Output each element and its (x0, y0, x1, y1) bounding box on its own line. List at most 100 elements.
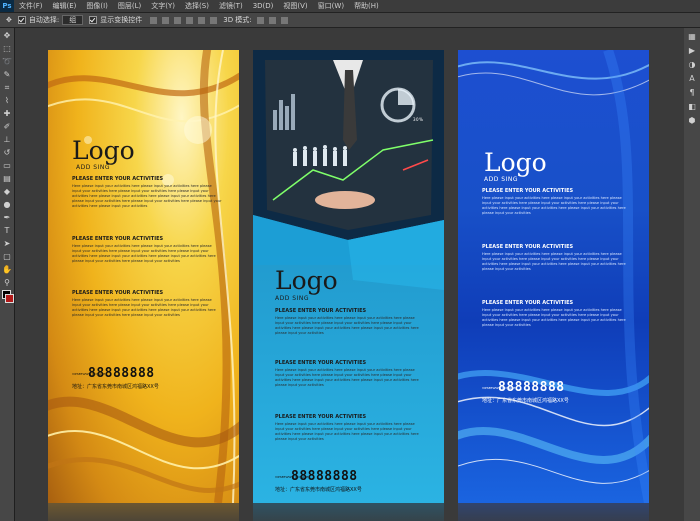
gold-wave-decoration (48, 50, 239, 503)
auto-select-dropdown[interactable]: 组 (62, 15, 84, 25)
menu-file[interactable]: 文件(F) (14, 1, 48, 11)
activity-section: PLEASE ENTER YOUR ACTIVITIES Here please… (482, 244, 632, 272)
banner-logo: Logo (484, 148, 547, 177)
align-left-icon[interactable] (186, 16, 194, 24)
zoom-icon[interactable]: ⚲ (2, 278, 12, 288)
banner-business-reflection (253, 503, 444, 521)
align-middle-icon[interactable] (162, 16, 170, 24)
history-panel-icon[interactable]: ▦ (687, 32, 697, 42)
history-brush-icon[interactable]: ↺ (2, 148, 12, 158)
activity-text: Here please input your activities here p… (482, 308, 626, 327)
type-icon[interactable]: T (2, 226, 12, 236)
marquee-icon[interactable]: ⬚ (2, 44, 12, 54)
activity-section: PLEASE ENTER YOUR ACTIVITIES Here please… (275, 414, 425, 442)
lasso-icon[interactable]: ➰ (2, 57, 12, 67)
move-icon[interactable]: ✥ (2, 31, 12, 41)
3d-panel-icon[interactable]: ⬢ (687, 116, 697, 126)
actions-panel-icon[interactable]: ▶ (687, 46, 697, 56)
quick-select-icon[interactable]: ✎ (2, 70, 12, 80)
activity-heading: PLEASE ENTER YOUR ACTIVITIES (72, 236, 164, 242)
menu-help[interactable]: 帮助(H) (349, 1, 384, 11)
3d-roll-icon[interactable] (268, 16, 276, 24)
activity-heading: PLEASE ENTER YOUR ACTIVITIES (275, 414, 367, 420)
auto-select-label: 自动选择: (28, 16, 60, 24)
eyedropper-icon[interactable]: ⌇ (2, 96, 12, 106)
hotline-number: 88888888 (498, 380, 565, 395)
activity-section: PLEASE ENTER YOUR ACTIVITIES Here please… (72, 176, 222, 209)
activity-heading: PLEASE ENTER YOUR ACTIVITIES (482, 300, 574, 306)
menu-select[interactable]: 选择(S) (180, 1, 214, 11)
activity-text: Here please input your activities here p… (482, 196, 626, 215)
activity-heading: PLEASE ENTER YOUR ACTIVITIES (482, 188, 574, 194)
align-top-icon[interactable] (150, 16, 158, 24)
auto-select-checkbox[interactable] (17, 16, 26, 24)
activity-section: PLEASE ENTER YOUR ACTIVITIES Here please… (72, 236, 222, 264)
banner-logo-sub: ADD SING (76, 164, 110, 171)
healing-brush-icon[interactable]: ✚ (2, 109, 12, 119)
panel-dock: ▦ ▶ ◑ A ¶ ◧ ⬢ (683, 28, 700, 521)
banner-logo: Logo (72, 136, 135, 165)
align-center-icon[interactable] (198, 16, 206, 24)
character-panel-icon[interactable]: A (687, 74, 697, 84)
move-tool-icon[interactable]: ✥ (6, 16, 12, 24)
activity-heading: PLEASE ENTER YOUR ACTIVITIES (72, 290, 164, 296)
blue-wave-decoration (458, 50, 649, 503)
menu-type[interactable]: 文字(Y) (146, 1, 180, 11)
banner-gold-reflection (48, 503, 239, 521)
activity-text: Here please input your activities here p… (275, 368, 419, 387)
menu-view[interactable]: 视图(V) (278, 1, 312, 11)
dodge-icon[interactable]: ● (2, 200, 12, 210)
menu-edit[interactable]: 编辑(E) (48, 1, 82, 11)
show-transform-checkbox[interactable] (89, 16, 98, 24)
activity-heading: PLEASE ENTER YOUR ACTIVITIES (275, 308, 367, 314)
banner-logo-sub: ADD SING (484, 176, 518, 183)
3d-rotate-icon[interactable] (256, 16, 264, 24)
align-right-icon[interactable] (210, 16, 218, 24)
banner-blue-reflection (458, 503, 649, 521)
activity-section: PLEASE ENTER YOUR ACTIVITIES Here please… (72, 290, 222, 318)
eraser-icon[interactable]: ▭ (2, 161, 12, 171)
activity-text: Here please input your activities here p… (482, 252, 626, 271)
activity-text: Here please input your activities here p… (275, 422, 419, 441)
hand-icon[interactable]: ✋ (2, 265, 12, 275)
hotline-number: 88888888 (291, 469, 358, 484)
show-transform-option[interactable]: 显示变换控件 (89, 15, 142, 25)
path-select-icon[interactable]: ➤ (2, 239, 12, 249)
activity-section: PLEASE ENTER YOUR ACTIVITIES Here please… (275, 360, 425, 388)
address-text: 地址：广东省东莞市南城区鸿福路XX号 (72, 384, 159, 390)
menu-filter[interactable]: 滤镜(T) (214, 1, 248, 11)
pen-icon[interactable]: ✒ (2, 213, 12, 223)
banner-gold: Logo ADD SING PLEASE ENTER YOUR ACTIVITI… (48, 50, 239, 503)
shape-icon[interactable]: ▢ (2, 252, 12, 262)
activity-section: PLEASE ENTER YOUR ACTIVITIES Here please… (482, 300, 632, 328)
paragraph-panel-icon[interactable]: ¶ (687, 88, 697, 98)
banner-logo-sub: ADD SING (275, 295, 309, 302)
background-color-swatch[interactable] (5, 294, 14, 303)
align-bottom-icon[interactable] (174, 16, 182, 24)
banner-blue: Logo ADD SING PLEASE ENTER YOUR ACTIVITI… (458, 50, 649, 503)
address-text: 地址：广东省东莞市南城区鸿福路XX号 (482, 398, 569, 404)
crop-icon[interactable]: ⌗ (2, 83, 12, 93)
blur-icon[interactable]: ◆ (2, 187, 12, 197)
show-transform-label: 显示变换控件 (100, 16, 143, 24)
activity-text: Here please input your activities here p… (72, 298, 216, 317)
menu-window[interactable]: 窗口(W) (313, 1, 349, 11)
menu-image[interactable]: 图像(I) (81, 1, 113, 11)
gradient-icon[interactable]: ▤ (2, 174, 12, 184)
banner-business: 30% Logo ADD SING PLEASE ENTER YOUR ACTI… (253, 50, 444, 503)
menu-3d[interactable]: 3D(D) (248, 2, 279, 10)
layers-panel-icon[interactable]: ◧ (687, 102, 697, 112)
brush-icon[interactable]: ✐ (2, 122, 12, 132)
hotline-number: 88888888 (88, 366, 155, 381)
3d-mode-option: 3D 模式: (223, 15, 288, 25)
3d-pan-icon[interactable] (280, 16, 288, 24)
address-text: 地址：广东省东莞市南城区鸿福路XX号 (275, 487, 362, 493)
document-canvas[interactable]: Logo ADD SING PLEASE ENTER YOUR ACTIVITI… (15, 28, 684, 521)
3d-mode-label: 3D 模式: (223, 16, 252, 24)
clone-stamp-icon[interactable]: ⊥ (2, 135, 12, 145)
auto-select-option[interactable]: 自动选择: 组 (17, 15, 84, 25)
adjust-panel-icon[interactable]: ◑ (687, 60, 697, 70)
activity-text: Here please input your activities here p… (275, 316, 419, 335)
activity-text: Here please input your activities here p… (72, 184, 222, 208)
menu-layer[interactable]: 图层(L) (113, 1, 146, 11)
